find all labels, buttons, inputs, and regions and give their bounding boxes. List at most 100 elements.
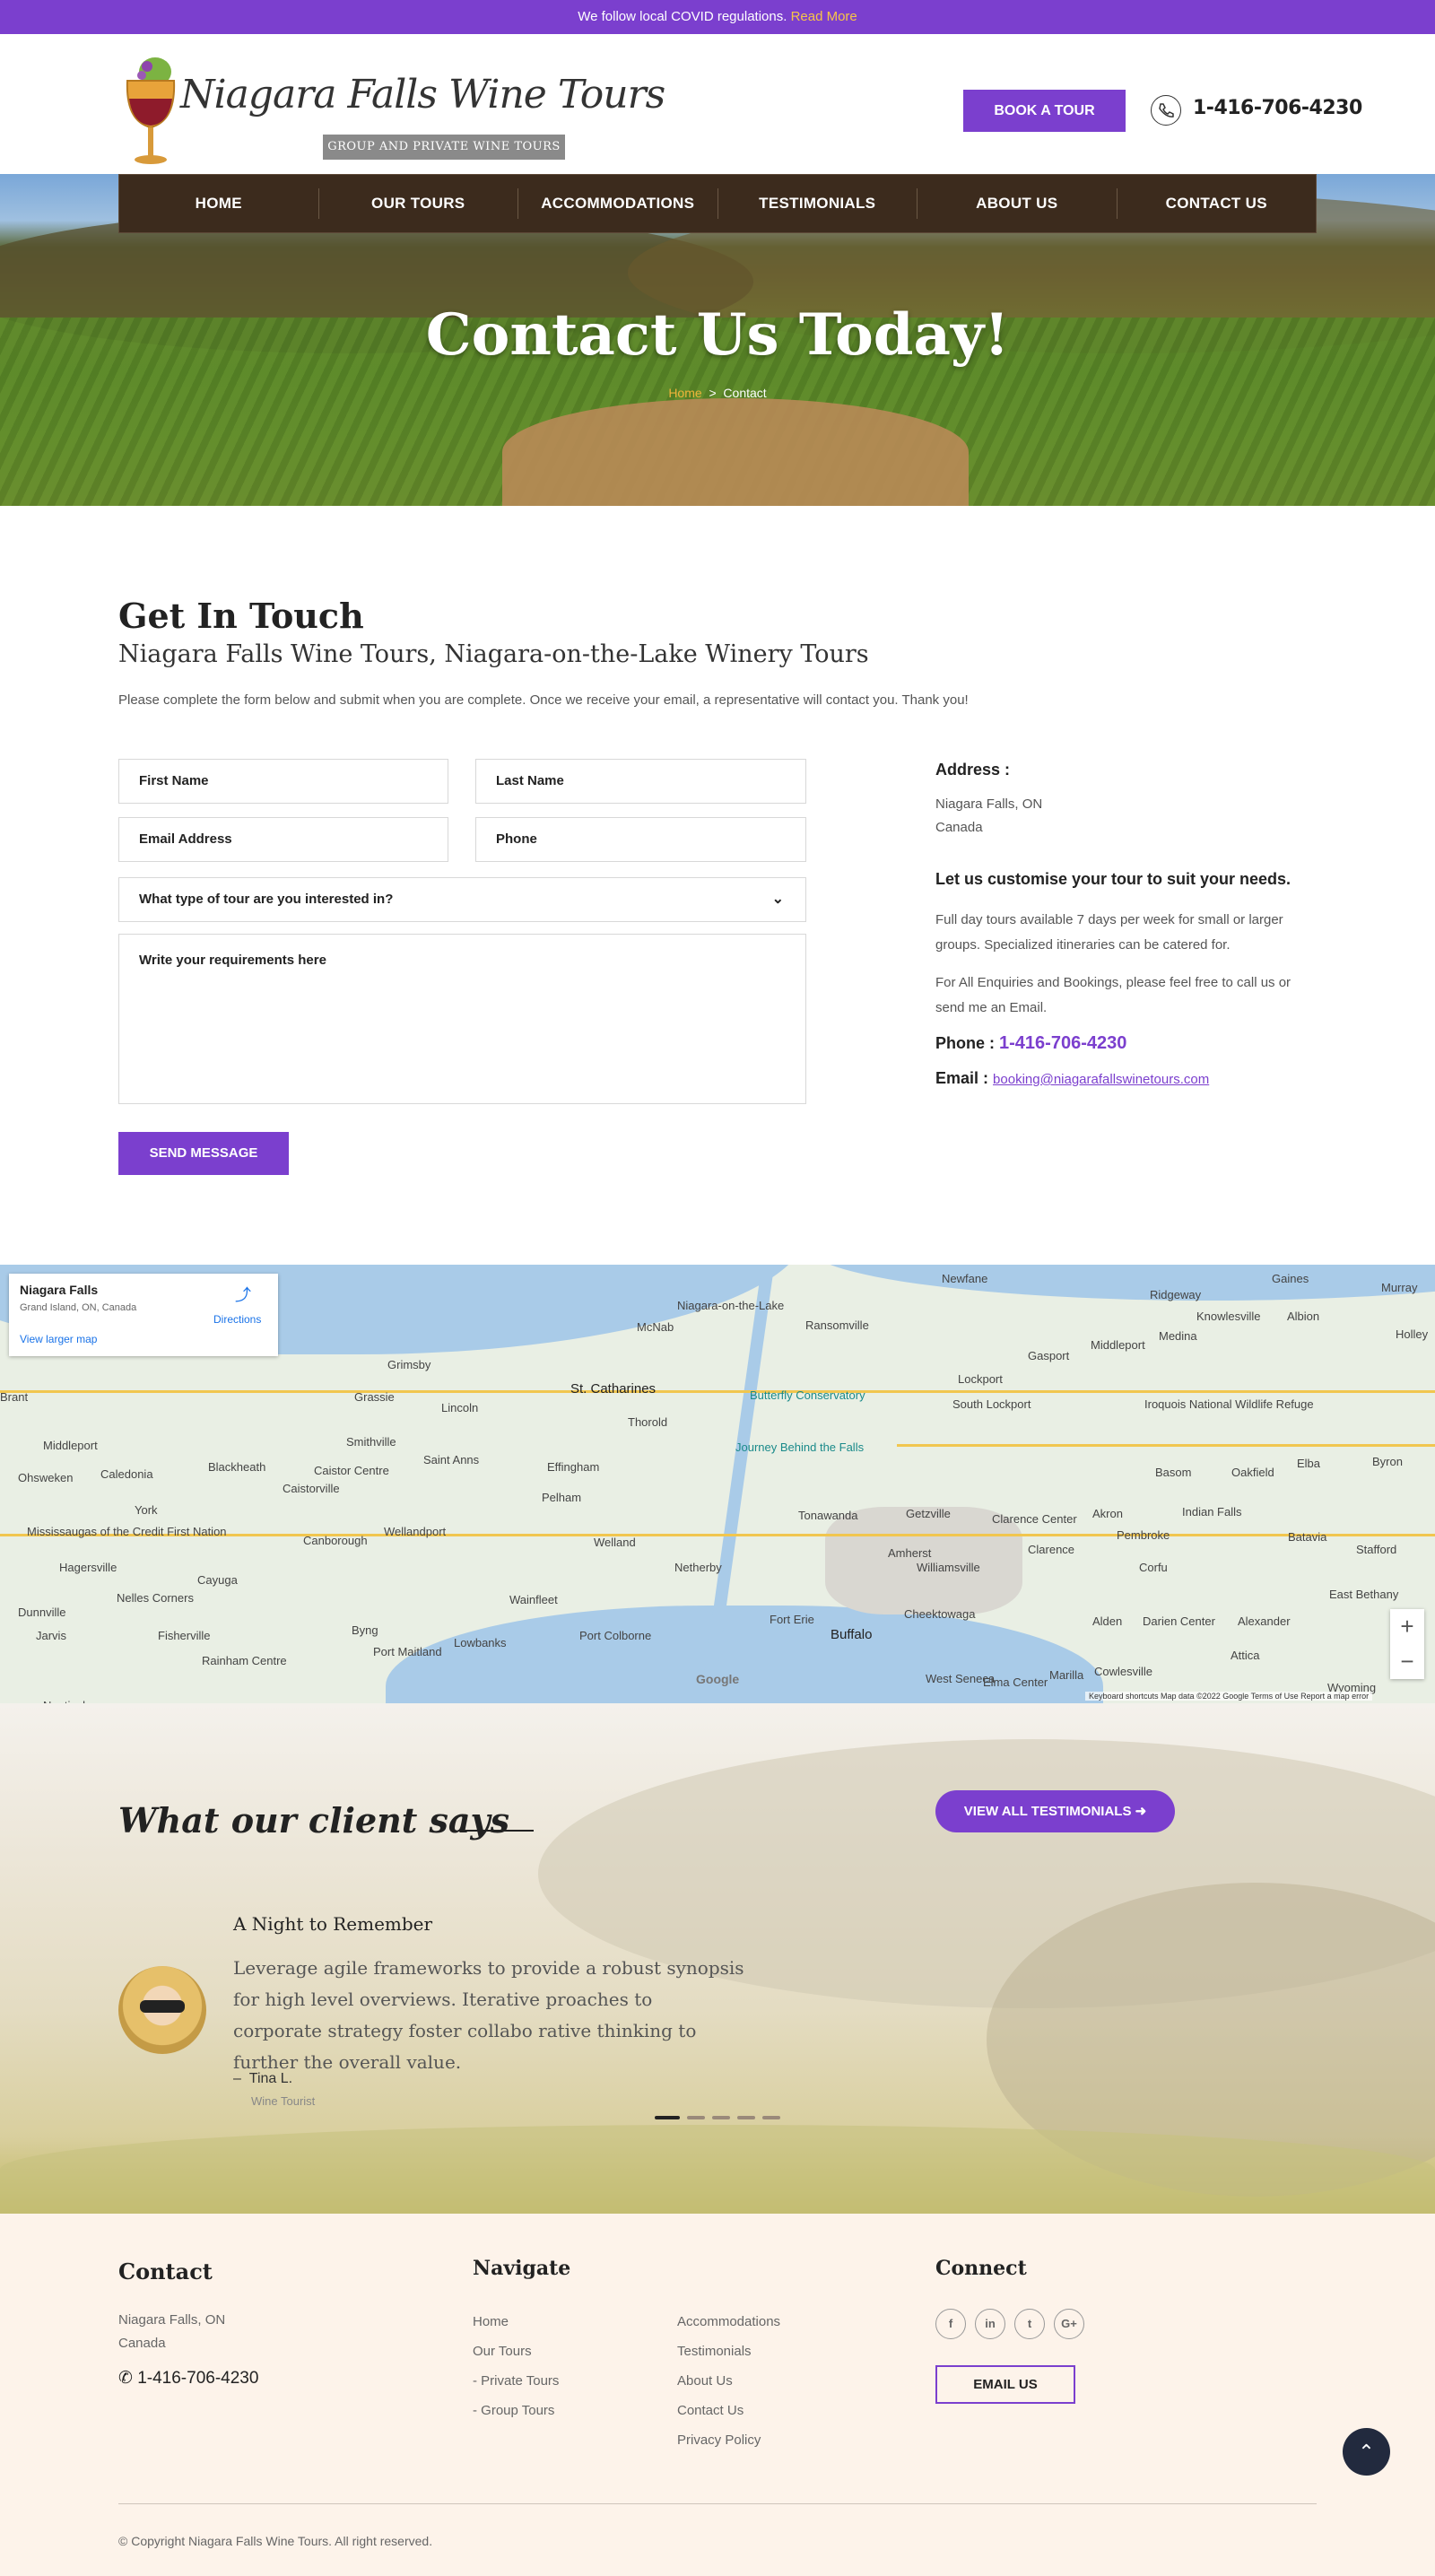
view-all-testimonials-button[interactable]: VIEW ALL TESTIMONIALS ➜ bbox=[935, 1790, 1175, 1832]
send-message-button[interactable]: SEND MESSAGE bbox=[118, 1132, 289, 1175]
carousel-dot[interactable] bbox=[712, 2116, 730, 2119]
map-place-label: Buffalo bbox=[831, 1627, 873, 1642]
heading-underline bbox=[458, 1830, 534, 1832]
google-map[interactable]: Niagara-on-the-Lake McNab Ransomville Newfa… bbox=[0, 1265, 1435, 1703]
footer-phone[interactable]: ✆ 1-416-706-4230 bbox=[118, 2368, 258, 2389]
map-place-label: St. Catharines bbox=[570, 1381, 657, 1397]
contact-intro: Please complete the form below and submi… bbox=[118, 692, 969, 708]
footer-link-our-tours[interactable]: Our Tours bbox=[473, 2344, 532, 2359]
carousel-dot[interactable] bbox=[737, 2116, 755, 2119]
zoom-out-button[interactable]: − bbox=[1390, 1644, 1424, 1679]
carousel-dot[interactable] bbox=[762, 2116, 780, 2119]
map-place-label: Pelham bbox=[542, 1491, 582, 1504]
address-line1: Niagara Falls, ON bbox=[935, 796, 1043, 812]
breadcrumb-separator-icon: > bbox=[709, 386, 717, 400]
twitter-icon[interactable]: t bbox=[1014, 2309, 1045, 2339]
email-link[interactable]: booking@niagarafallswinetours.com bbox=[993, 1072, 1209, 1087]
footer-link-home[interactable]: Home bbox=[473, 2314, 509, 2329]
email-us-button[interactable]: EMAIL US bbox=[935, 2365, 1075, 2404]
map-place-label: Cayuga bbox=[197, 1573, 238, 1587]
footer-address-line2: Canada bbox=[118, 2336, 166, 2351]
directions-icon[interactable]: ⤴ bbox=[235, 1286, 251, 1304]
logo-wordmark: Niagara Falls Wine Tours bbox=[180, 72, 665, 117]
map-place-label: Caledonia bbox=[100, 1467, 153, 1481]
nav-home[interactable]: HOME bbox=[119, 188, 319, 219]
map-place-label: Grassie bbox=[354, 1390, 395, 1404]
breadcrumb-home[interactable]: Home bbox=[668, 386, 701, 400]
testimonial-author: – Tina L. bbox=[233, 2071, 293, 2086]
site-logo[interactable]: Niagara Falls Wine Tours GROUP AND PRIVA… bbox=[115, 45, 665, 170]
page-title: Contact Us Today! bbox=[425, 301, 1010, 369]
requirements-textarea[interactable]: Write your requirements here bbox=[118, 934, 806, 1104]
map-place-label: Nelles Corners bbox=[117, 1591, 194, 1605]
map-place-label: Mississaugas of the Credit First Nation bbox=[27, 1525, 227, 1538]
scroll-to-top-button[interactable]: ⌃ bbox=[1343, 2428, 1390, 2476]
email-field[interactable]: Email Address bbox=[118, 817, 448, 862]
footer-phone-number: 1-416-706-4230 bbox=[137, 2369, 259, 2388]
nav-about-us[interactable]: ABOUT US bbox=[918, 188, 1118, 219]
tour-type-select[interactable]: What type of tour are you interested in?… bbox=[118, 877, 806, 922]
enquiries-text: For All Enquiries and Bookings, please f… bbox=[935, 975, 1292, 1015]
map-place-label: Fort Erie bbox=[770, 1613, 814, 1626]
logo-tagline: GROUP AND PRIVATE WINE TOURS bbox=[323, 135, 565, 160]
nav-testimonials[interactable]: TESTIMONIALS bbox=[718, 188, 918, 219]
footer-link-about-us[interactable]: About Us bbox=[677, 2373, 733, 2389]
map-place-label: Murray bbox=[1381, 1281, 1418, 1294]
map-card-subtitle: Grand Island, ON, Canada bbox=[20, 1302, 137, 1313]
map-place-label: Canborough bbox=[303, 1534, 368, 1547]
map-place-label: Basom bbox=[1155, 1466, 1192, 1479]
map-place-label: Wainfleet bbox=[509, 1593, 558, 1606]
chevron-up-icon: ⌃ bbox=[1358, 2441, 1375, 2463]
first-name-field[interactable]: First Name bbox=[118, 759, 448, 804]
footer-link-testimonials[interactable]: Testimonials bbox=[677, 2344, 752, 2359]
map-place-label: Grimsby bbox=[387, 1358, 431, 1371]
book-tour-button[interactable]: BOOK A TOUR bbox=[963, 90, 1126, 132]
tour-type-label: What type of tour are you interested in? bbox=[139, 892, 394, 907]
last-name-field[interactable]: Last Name bbox=[475, 759, 806, 804]
zoom-in-button[interactable]: + bbox=[1390, 1609, 1424, 1644]
map-place-label: Cowlesville bbox=[1094, 1665, 1153, 1678]
map-place-label: Caistorville bbox=[283, 1482, 340, 1495]
map-place-label: Cheektowaga bbox=[904, 1607, 976, 1621]
read-more-link[interactable]: Read More bbox=[791, 9, 857, 24]
breadcrumb: Home > Contact bbox=[0, 386, 1435, 400]
map-place-label: Tonawanda bbox=[798, 1509, 858, 1522]
footer-link-accommodations[interactable]: Accommodations bbox=[677, 2314, 780, 2329]
copyright: © Copyright Niagara Falls Wine Tours. Al… bbox=[118, 2534, 433, 2548]
map-place-label: Attica bbox=[1231, 1649, 1260, 1662]
map-road bbox=[897, 1444, 1435, 1447]
map-place-label: Alden bbox=[1092, 1614, 1123, 1628]
map-attribution[interactable]: Keyboard shortcuts Map data ©2022 Google… bbox=[1085, 1692, 1373, 1701]
map-place-label: McNab bbox=[637, 1320, 674, 1334]
phone-square-icon: ✆ bbox=[118, 2369, 133, 2388]
carousel-dot[interactable] bbox=[655, 2116, 680, 2119]
phone-field[interactable]: Phone bbox=[475, 817, 806, 862]
map-place-label: Byron bbox=[1372, 1455, 1403, 1468]
footer-navigate-heading: Navigate bbox=[473, 2257, 571, 2280]
map-place-label: Medina bbox=[1159, 1329, 1197, 1343]
map-place-label: Knowlesville bbox=[1196, 1310, 1261, 1323]
map-place-label: Wellandport bbox=[384, 1525, 447, 1538]
map-place-label: Blackheath bbox=[208, 1460, 266, 1474]
google-plus-icon[interactable]: G+ bbox=[1054, 2309, 1084, 2339]
avatar bbox=[118, 1966, 206, 2054]
phone-number-link[interactable]: 1-416-706-4230 bbox=[999, 1033, 1126, 1053]
view-larger-map-link[interactable]: View larger map bbox=[20, 1333, 97, 1345]
map-place-label: Ohsweken bbox=[18, 1471, 74, 1484]
nav-contact-us[interactable]: CONTACT US bbox=[1118, 188, 1317, 219]
facebook-icon[interactable]: f bbox=[935, 2309, 966, 2339]
footer-link-private-tours[interactable]: - Private Tours bbox=[473, 2373, 559, 2389]
map-place-label: Dunnville bbox=[18, 1606, 66, 1619]
map-place-label: Elba bbox=[1297, 1457, 1321, 1470]
footer-link-group-tours[interactable]: - Group Tours bbox=[473, 2403, 554, 2418]
map-place-label: Netherby bbox=[674, 1561, 722, 1574]
footer-link-privacy-policy[interactable]: Privacy Policy bbox=[677, 2432, 761, 2448]
header-phone-number[interactable]: 1-416-706-4230 bbox=[1193, 97, 1362, 119]
map-place-label: Hagersville bbox=[59, 1561, 117, 1574]
carousel-dot[interactable] bbox=[687, 2116, 705, 2119]
directions-link[interactable]: Directions bbox=[213, 1313, 261, 1326]
nav-our-tours[interactable]: OUR TOURS bbox=[319, 188, 518, 219]
nav-accommodations[interactable]: ACCOMMODATIONS bbox=[518, 188, 718, 219]
footer-link-contact-us[interactable]: Contact Us bbox=[677, 2403, 744, 2418]
linkedin-icon[interactable]: in bbox=[975, 2309, 1005, 2339]
